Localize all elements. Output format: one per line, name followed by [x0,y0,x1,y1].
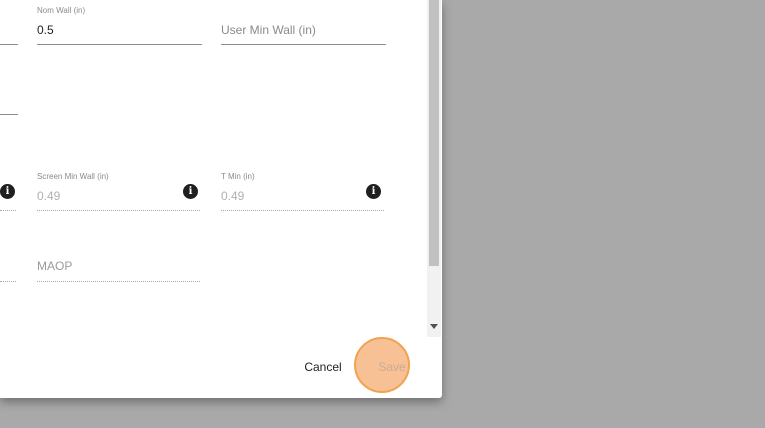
screen-min-wall-value: 0.49 [37,189,61,203]
user-min-wall-underline [221,44,386,45]
left-field-underline-1 [0,44,18,45]
maop-field: MAOP [37,243,200,283]
scrollbar[interactable] [427,0,441,337]
info-icon[interactable]: i [366,184,381,199]
user-min-wall-field[interactable]: User Min Wall (in) [221,6,386,46]
nom-wall-label: Nom Wall (in) [37,6,86,15]
left-field-underline-3 [0,210,16,211]
left-field-underline-2 [0,114,18,115]
save-button[interactable]: Save [364,353,420,381]
maop-placeholder: MAOP [37,259,73,273]
nom-wall-value: 0.5 [37,23,54,37]
maop-underline [37,281,200,282]
t-min-underline [221,210,384,211]
nom-wall-underline [37,44,202,45]
screen-min-wall-label: Screen Min Wall (in) [37,172,109,181]
cancel-button[interactable]: Cancel [295,353,351,381]
left-field-underline-4 [0,281,16,282]
info-icon[interactable]: i [183,184,198,199]
t-min-field: T Min (in) 0.49 [221,172,384,212]
t-min-label: T Min (in) [221,172,255,181]
nom-wall-field[interactable]: Nom Wall (in) 0.5 [37,6,202,46]
screen-min-wall-field: Screen Min Wall (in) 0.49 [37,172,200,212]
info-icon[interactable]: i [0,184,15,199]
t-min-value: 0.49 [221,189,245,203]
screen-min-wall-underline [37,210,200,211]
dialog: i Nom Wall (in) 0.5 User Min Wall (in) S… [0,0,442,398]
user-min-wall-placeholder: User Min Wall (in) [221,23,316,37]
scrollbar-thumb[interactable] [429,0,439,266]
scroll-down-arrow-icon[interactable] [430,324,438,329]
